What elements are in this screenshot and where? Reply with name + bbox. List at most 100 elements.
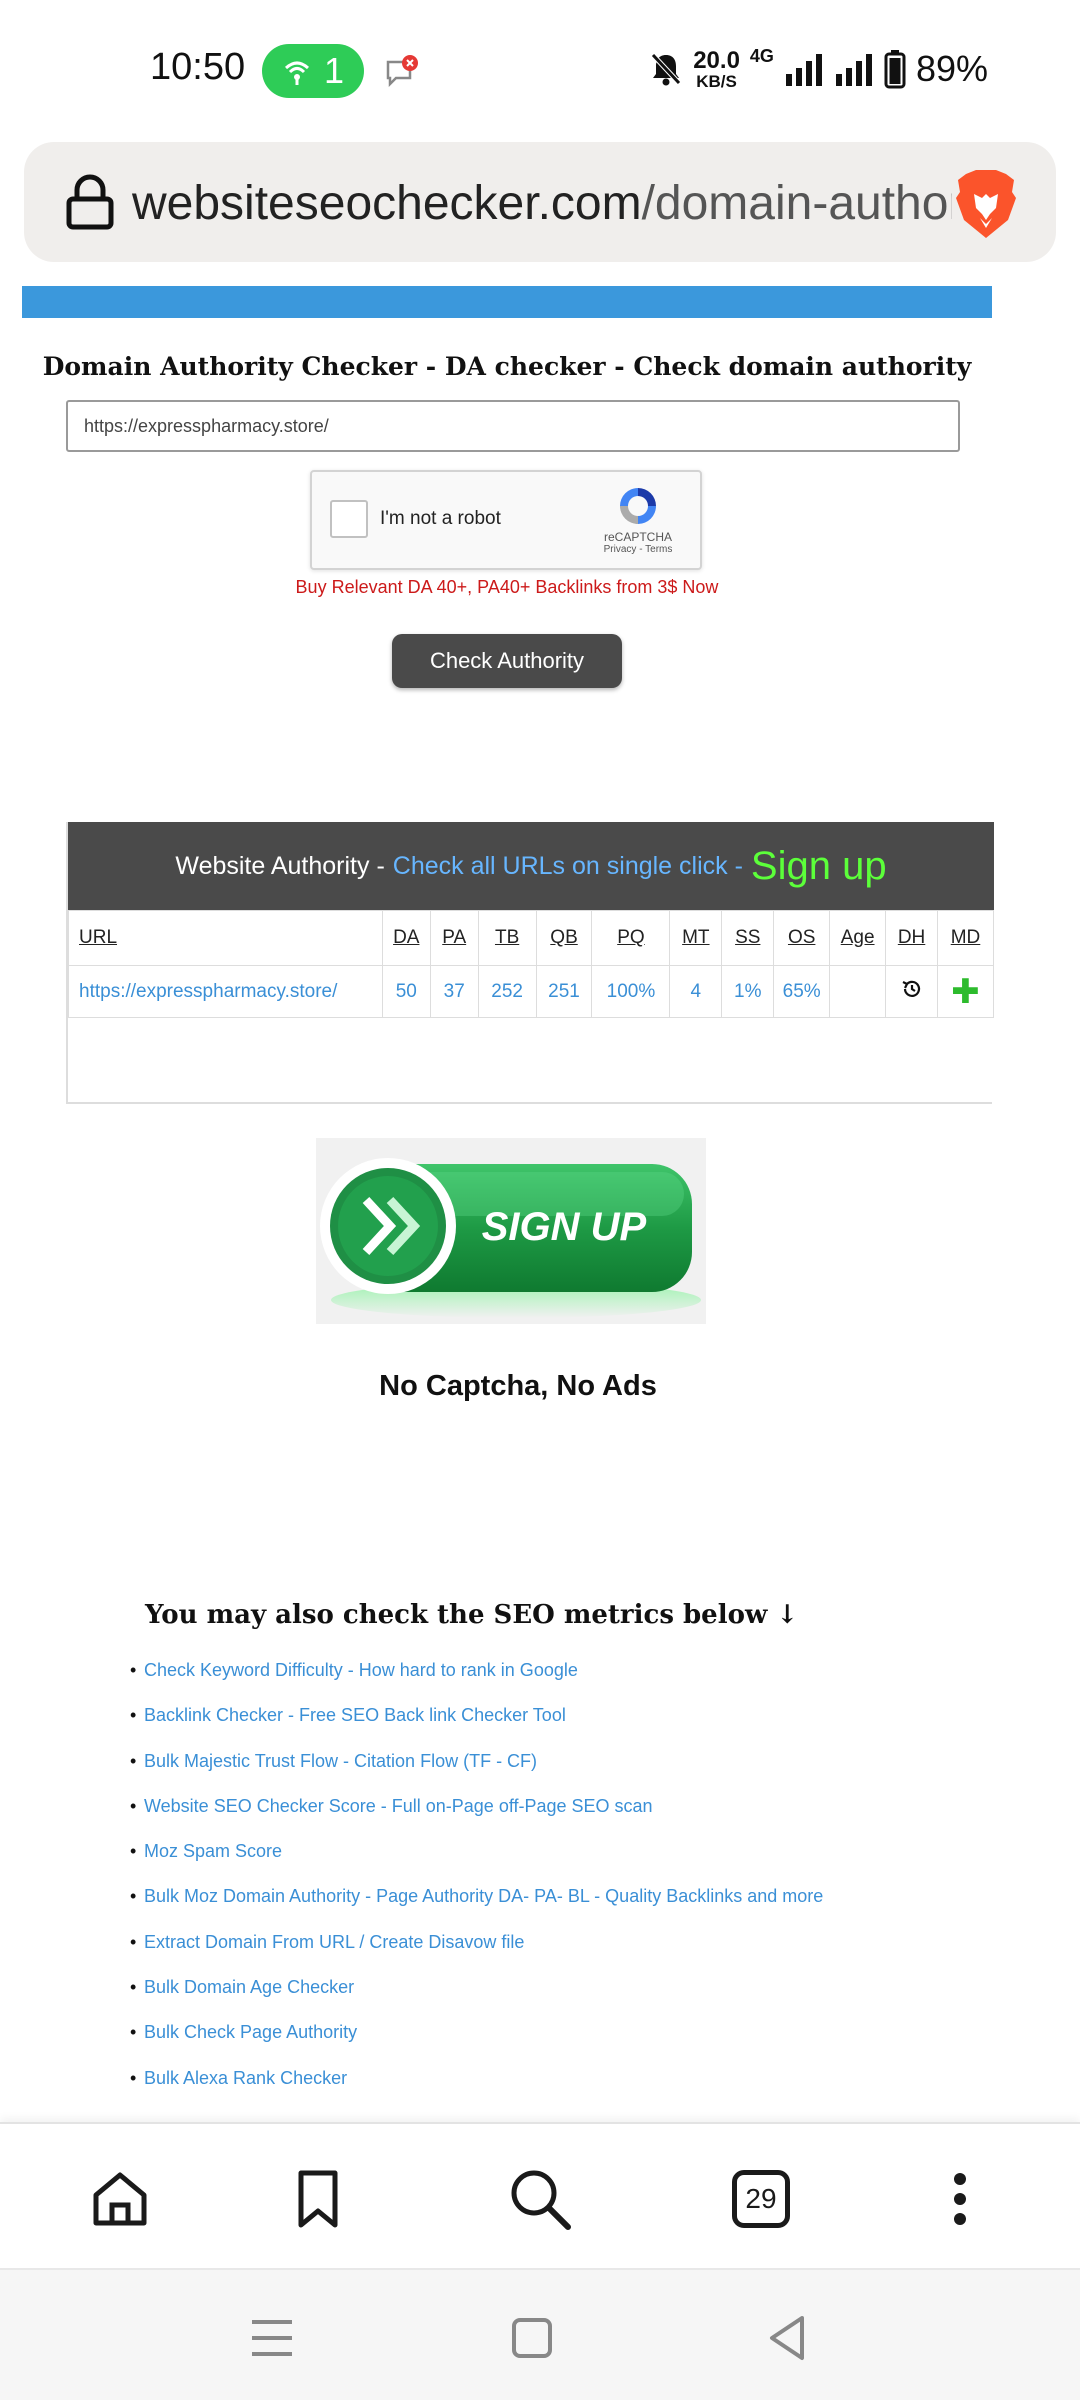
pq-value: 100% [591, 965, 671, 1018]
authority-panel: Website Authority - Check all URLs on si… [66, 822, 994, 1104]
table-row: https://expresspharmacy.store/ 50 37 252… [68, 965, 994, 1018]
seo-link[interactable]: Bulk Alexa Rank Checker [144, 2068, 347, 2089]
result-url-link[interactable]: https://expresspharmacy.store/ [68, 965, 383, 1018]
mt-value: 4 [669, 965, 723, 1018]
url-domain: websiteseochecker.com [132, 177, 642, 230]
seo-link[interactable]: Bulk Majestic Trust Flow - Citation Flow… [144, 1751, 537, 1772]
search-icon [511, 2170, 571, 2230]
hotspot-chip: 1 [262, 44, 364, 98]
seo-link[interactable]: Moz Spam Score [144, 1841, 282, 1862]
list-item: • Bulk Moz Domain Authority - Page Author… [130, 1886, 824, 1907]
seo-link[interactable]: Bulk Check Page Authority [144, 2022, 357, 2043]
column-header[interactable]: Age [829, 910, 887, 966]
signup-banner[interactable]: SIGN UP [316, 1138, 706, 1324]
age-value [829, 965, 887, 1018]
tb-value: 252 [477, 965, 537, 1018]
seo-link[interactable]: Backlink Checker - Free SEO Back link Ch… [144, 1705, 566, 1726]
speed-indicator: 20.0 KB/S [693, 46, 740, 91]
list-item: • Bulk Alexa Rank Checker [130, 2067, 348, 2089]
page-title: Domain Authority Checker - DA checker - … [42, 352, 972, 381]
authority-header: Website Authority - Check all URLs on si… [68, 822, 994, 910]
qb-value: 251 [535, 965, 593, 1018]
more-data-cell[interactable]: ✚ [937, 965, 994, 1018]
domain-input[interactable] [66, 400, 960, 452]
captcha-links[interactable]: Privacy - Terms [592, 544, 684, 555]
os-value: 65% [773, 965, 831, 1018]
tab-count: 29 [732, 2170, 790, 2228]
seo-link[interactable]: Bulk Domain Age Checker [144, 1977, 354, 1998]
back-icon[interactable] [760, 2310, 816, 2366]
url-text[interactable]: websiteseochecker.com/domain-authority-c… [132, 176, 952, 232]
battery-icon [884, 50, 906, 89]
list-item: • Check Keyword Difficulty - How hard to … [130, 1660, 578, 1681]
status-bar: 10:50 1 20.0 KB/S 4G 89% [0, 0, 1080, 140]
seo-link[interactable]: Website SEO Checker Score - Full on-Page… [144, 1796, 653, 1817]
browser-toolbar: 29 [0, 2122, 1080, 2268]
seo-link[interactable]: Bulk Moz Domain Authority - Page Authori… [144, 1886, 823, 1907]
signal-icon [785, 54, 822, 86]
column-header[interactable]: PQ [591, 910, 671, 966]
check-authority-button[interactable]: Check Authority [392, 634, 622, 688]
column-header[interactable]: TB [477, 910, 537, 966]
column-header[interactable]: QB [535, 910, 593, 966]
list-item: • Bulk Majestic Trust Flow - Citation Flo… [130, 1750, 538, 1772]
menu-icon[interactable] [244, 2310, 300, 2366]
bookmark-icon [298, 2170, 338, 2228]
network-type: 4G [749, 46, 774, 66]
list-item: • Moz Spam Score [130, 1841, 283, 1862]
no-captcha-caption: No Captcha, No Ads [379, 1370, 657, 1402]
header-band [22, 286, 992, 318]
column-header[interactable]: OS [773, 910, 831, 966]
status-time: 10:50 [150, 46, 246, 88]
authority-heading: Website Authority - [175, 851, 385, 880]
list-item: • Bulk Domain Age Checker [130, 1977, 355, 1998]
hotspot-count: 1 [323, 50, 345, 91]
promo-link[interactable]: Buy Relevant DA 40+, PA40+ Backlinks fro… [0, 577, 1014, 598]
lock-icon[interactable] [60, 172, 120, 232]
list-item: • Extract Domain From URL / Create Disavo… [130, 1931, 525, 1953]
captcha-brand: reCAPTCHA [603, 530, 672, 544]
table-header-row: URL DA PA TB QB PQ MT SS OS Age DH MD [68, 910, 994, 966]
authority-table: URL DA PA TB QB PQ MT SS OS Age DH MD ht… [68, 910, 994, 1018]
search-button[interactable] [505, 2164, 575, 2234]
column-header[interactable]: SS [721, 910, 775, 966]
column-header[interactable]: PA [429, 910, 479, 966]
captcha-checkbox[interactable] [330, 500, 368, 538]
domain-history-cell[interactable] [885, 965, 939, 1018]
seo-links-list: • Check Keyword Difficulty - How hard to … [130, 1660, 823, 2113]
list-item: • Backlink Checker - Free SEO Back link C… [130, 1705, 566, 1726]
home-icon [93, 2172, 147, 2226]
tabs-button[interactable]: 29 [726, 2164, 796, 2234]
recaptcha-icon [620, 488, 656, 524]
seo-link[interactable]: Check Keyword Difficulty - How hard to r… [144, 1660, 578, 1681]
pa-value: 37 [429, 965, 479, 1018]
system-navigation-bar [0, 2268, 1080, 2400]
column-header[interactable]: URL [68, 910, 383, 966]
address-bar[interactable]: websiteseochecker.com/domain-authority-c… [24, 142, 1056, 262]
wifi-hotspot-icon [284, 61, 309, 85]
column-header[interactable]: MT [669, 910, 723, 966]
signup-banner-text: SIGN UP [482, 1205, 647, 1249]
mute-icon [651, 53, 682, 86]
battery-level: 89% [915, 48, 988, 89]
more-options-icon [954, 2173, 966, 2225]
home-button[interactable] [85, 2164, 155, 2234]
brave-logo-icon[interactable] [952, 168, 1020, 240]
da-value: 50 [381, 965, 431, 1018]
signup-link[interactable]: Sign up [751, 844, 887, 889]
seo-link[interactable]: Extract Domain From URL / Create Disavow… [144, 1932, 524, 1953]
menu-button[interactable] [925, 2164, 995, 2234]
column-header[interactable]: DA [381, 910, 431, 966]
recaptcha-logo: reCAPTCHA Privacy - Terms [592, 484, 684, 555]
plus-icon[interactable]: ✚ [951, 973, 980, 1011]
column-header[interactable]: DH [885, 910, 939, 966]
captcha-label: I'm not a robot [380, 508, 501, 529]
check-all-urls-link[interactable]: Check all URLs on single click - [393, 852, 743, 881]
bookmarks-button[interactable] [283, 2164, 353, 2234]
home-nav-icon[interactable] [504, 2310, 560, 2366]
url-path: /domain-authority-checker [641, 177, 952, 230]
history-icon[interactable] [900, 977, 924, 1001]
notification-icon [386, 55, 418, 88]
column-header[interactable]: MD [937, 910, 994, 966]
ss-value: 1% [721, 965, 775, 1018]
